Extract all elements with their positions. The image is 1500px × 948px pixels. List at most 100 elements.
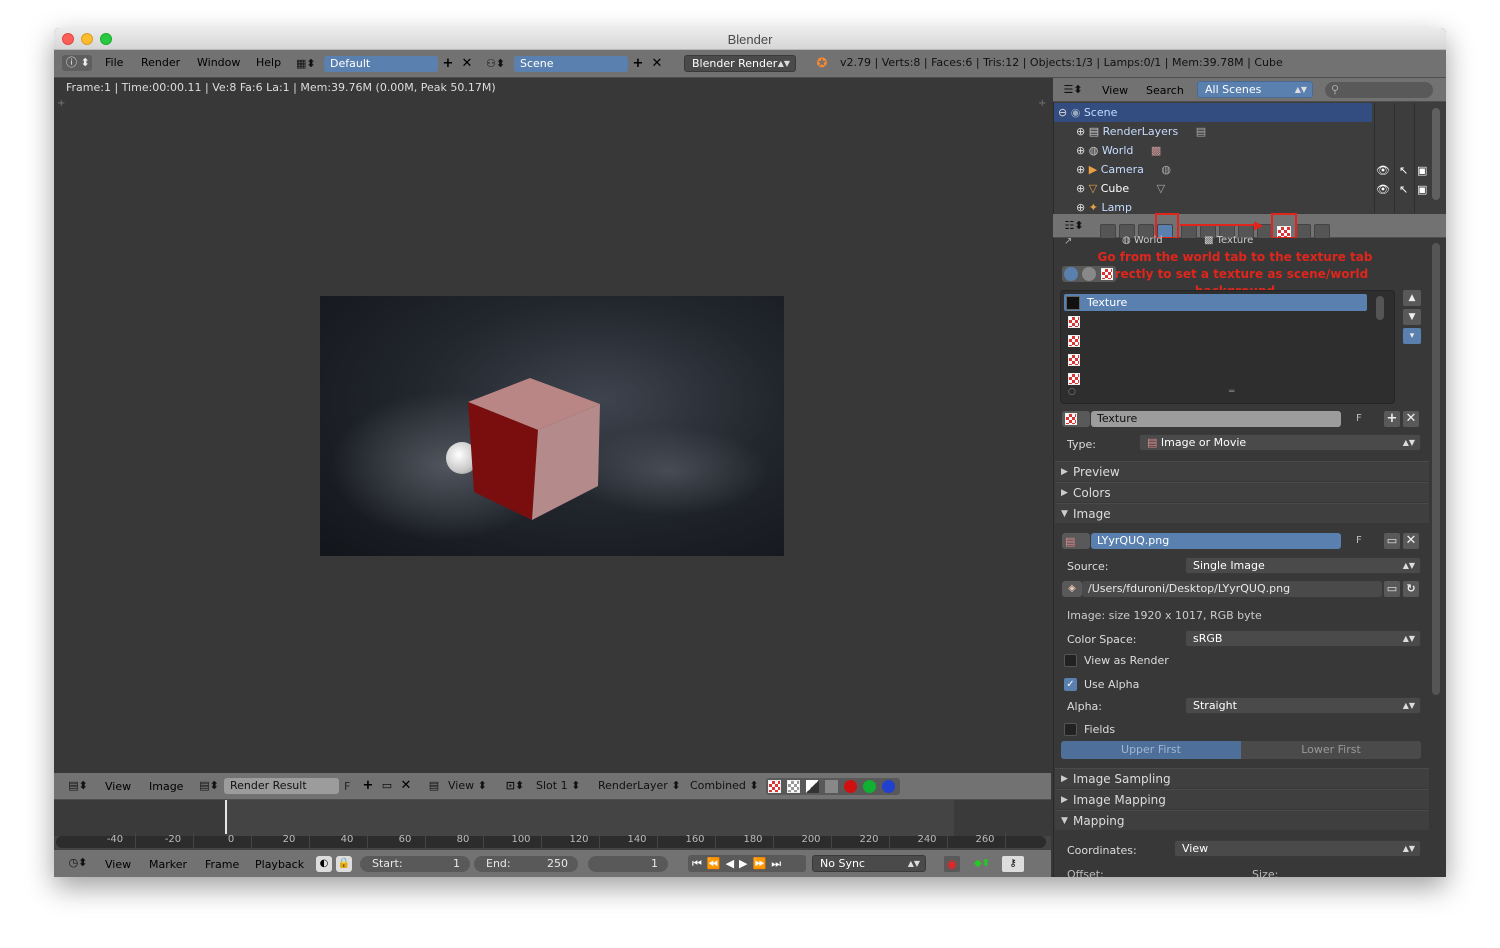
add-scene-icon[interactable]: + — [630, 56, 646, 72]
brush-texture-context-icon[interactable] — [1082, 267, 1096, 281]
layout-icon[interactable]: ▦⬍ — [296, 56, 316, 72]
image-browse-icon[interactable]: ▤⬍ — [196, 778, 222, 794]
panel-mapping[interactable]: ▼ Mapping — [1055, 810, 1429, 830]
remove-scene-icon[interactable]: ✕ — [649, 56, 665, 72]
use-alpha-checkbox[interactable]: ✓ — [1064, 678, 1077, 691]
green-channel-icon[interactable] — [863, 780, 876, 793]
timeline-scrollbar[interactable] — [56, 836, 1046, 848]
image-editor-type-icon[interactable]: ▤⬍ — [64, 778, 92, 794]
outliner-type-icon[interactable]: ☰⬍ — [1059, 82, 1087, 98]
list-filter-icon[interactable]: ○ — [1068, 387, 1076, 397]
panel-image-mapping[interactable]: ▶ Image Mapping — [1055, 789, 1429, 809]
image-editor-area[interactable]: Frame:1 | Time:00:00.11 | Ve:8 Fa:6 La:1… — [54, 78, 1051, 773]
new-texture-icon[interactable]: + — [1384, 411, 1400, 427]
camera-visibility-icon[interactable]: 👁 — [1376, 164, 1390, 177]
slot-menu-icon[interactable]: ▾ — [1403, 328, 1421, 344]
move-slot-down-icon[interactable]: ▼ — [1403, 309, 1421, 325]
remove-layout-icon[interactable]: ✕ — [459, 56, 475, 72]
outliner-menu-search[interactable]: Search — [1146, 84, 1184, 97]
keyframe-icon[interactable]: ⚷ — [1002, 856, 1024, 872]
slot-select[interactable]: Slot 1 ⬍ — [530, 778, 590, 794]
draw-color-alpha-icon[interactable] — [768, 780, 781, 793]
red-channel-icon[interactable] — [844, 780, 857, 793]
corner-plus-icon-right[interactable]: + — [1038, 98, 1046, 109]
unlink-image-icon[interactable]: ✕ — [398, 778, 414, 794]
scene-field[interactable]: Scene — [514, 56, 628, 72]
timeline-area[interactable] — [54, 800, 1051, 850]
unlink-texture-icon[interactable]: ✕ — [1403, 411, 1419, 427]
pin-icon[interactable]: ↗ — [1064, 236, 1072, 247]
image-name-datablock[interactable]: LYyrQUQ.png — [1091, 533, 1341, 549]
outliner-renderlayers[interactable]: ⊕ ▤ RenderLayers ▤ — [1076, 122, 1376, 141]
texture-name-field[interactable]: Texture — [1091, 411, 1341, 427]
empty-slot-icon-3[interactable] — [1068, 354, 1080, 366]
panel-colors[interactable]: ▶ Colors — [1055, 482, 1429, 502]
draw-z-icon[interactable] — [806, 780, 819, 793]
menu-frame[interactable]: Frame — [205, 858, 239, 871]
image-fake-user[interactable]: F — [1356, 535, 1362, 546]
sync-mode-select[interactable]: No Sync ▲▼ — [812, 855, 926, 872]
fake-user-toggle[interactable]: F — [344, 780, 350, 793]
properties-scrollbar[interactable] — [1432, 243, 1440, 695]
record-icon[interactable]: ◉ — [944, 856, 960, 872]
renderlayer-select[interactable]: RenderLayer ⬍ — [592, 778, 682, 794]
pivot-icon[interactable]: ⊡⬍ — [502, 778, 528, 794]
panel-image-sampling[interactable]: ▶ Image Sampling — [1055, 768, 1429, 788]
open-folder-icon[interactable]: ▭ — [379, 778, 395, 794]
draw-alpha-icon[interactable] — [787, 780, 800, 793]
outliner-search-input[interactable]: ⚲ — [1325, 82, 1433, 98]
fields-checkbox[interactable] — [1064, 723, 1077, 736]
current-frame-cursor[interactable] — [225, 800, 227, 834]
coordinates-select[interactable]: View ▲▼ — [1174, 840, 1421, 857]
lower-first-button[interactable]: Lower First — [1241, 741, 1421, 759]
timeline-type-icon[interactable]: ◷⬍ — [64, 855, 92, 871]
menu-playback[interactable]: Playback — [255, 858, 304, 871]
panel-image[interactable]: ▼ Image — [1055, 503, 1429, 523]
outliner-menu-view[interactable]: View — [1102, 84, 1128, 97]
list-resize-handle[interactable]: ═ — [1229, 387, 1234, 397]
scene-icon[interactable]: ⚇⬍ — [486, 56, 505, 72]
color-space-select[interactable]: sRGB ▲▼ — [1185, 630, 1421, 647]
menu-image[interactable]: Image — [149, 780, 183, 793]
start-frame-field[interactable]: Start: 1 — [360, 856, 470, 872]
camera-select-icon[interactable]: ↖ — [1399, 164, 1408, 177]
alpha-mode-select[interactable]: Straight ▲▼ — [1185, 697, 1421, 714]
pack-image-icon[interactable]: ◈ — [1062, 581, 1082, 597]
add-layout-icon[interactable]: + — [440, 56, 456, 72]
lock-range-icon[interactable]: 🔒 — [336, 856, 352, 872]
cube-visibility-icon[interactable]: 👁 — [1376, 183, 1390, 196]
panel-preview[interactable]: ▶ Preview — [1055, 461, 1429, 481]
view-as-render-checkbox[interactable] — [1064, 654, 1077, 667]
layout-field[interactable]: Default — [324, 56, 438, 72]
outliner-scrollbar[interactable] — [1432, 108, 1440, 200]
corner-plus-icon[interactable]: + — [57, 98, 65, 109]
image-name-field[interactable]: Render Result — [224, 778, 339, 794]
menu-help[interactable]: Help — [256, 56, 281, 69]
outliner-camera[interactable]: ⊕ ▶ Camera ◍ — [1076, 160, 1376, 179]
filepath-input[interactable]: /Users/fduroni/Desktop/LYyrQUQ.png — [1082, 581, 1382, 597]
upper-first-button[interactable]: Upper First — [1061, 741, 1241, 759]
render-result-image[interactable] — [320, 296, 784, 556]
draw-alpha-only-icon[interactable] — [825, 780, 838, 793]
new-image-icon[interactable]: + — [360, 778, 376, 794]
empty-slot-icon-2[interactable] — [1068, 335, 1080, 347]
render-engine-select[interactable]: Blender Render ▲▼ — [684, 55, 796, 72]
preview-range-icon[interactable]: ◐ — [316, 856, 332, 872]
menu-view[interactable]: View — [105, 780, 131, 793]
playback-controls[interactable]: ⏮⏪◀▶⏩⏭ — [688, 855, 806, 872]
empty-slot-icon-1[interactable] — [1068, 316, 1080, 328]
outliner-scene[interactable]: ⊖ ◉ Scene — [1058, 103, 1358, 122]
menu-window[interactable]: Window — [197, 56, 240, 69]
outliner-filter-select[interactable]: All Scenes ▲▼ — [1197, 81, 1313, 98]
slot-list-scrollbar[interactable] — [1376, 296, 1384, 320]
other-texture-context-icon[interactable] — [1101, 268, 1113, 280]
menu-file[interactable]: File — [105, 56, 123, 69]
texture-fake-user[interactable]: F — [1356, 413, 1362, 424]
pass-select[interactable]: Combined ⬍ — [684, 778, 760, 794]
camera-render-icon[interactable]: ▣ — [1417, 164, 1427, 177]
view-mode-select[interactable]: View ⬍ — [442, 778, 488, 794]
current-frame-field[interactable]: 1 — [588, 856, 668, 872]
blue-channel-icon[interactable] — [882, 780, 895, 793]
menu-render[interactable]: Render — [141, 56, 180, 69]
texture-type-select[interactable]: ▤ Image or Movie ▲▼ — [1139, 434, 1421, 451]
